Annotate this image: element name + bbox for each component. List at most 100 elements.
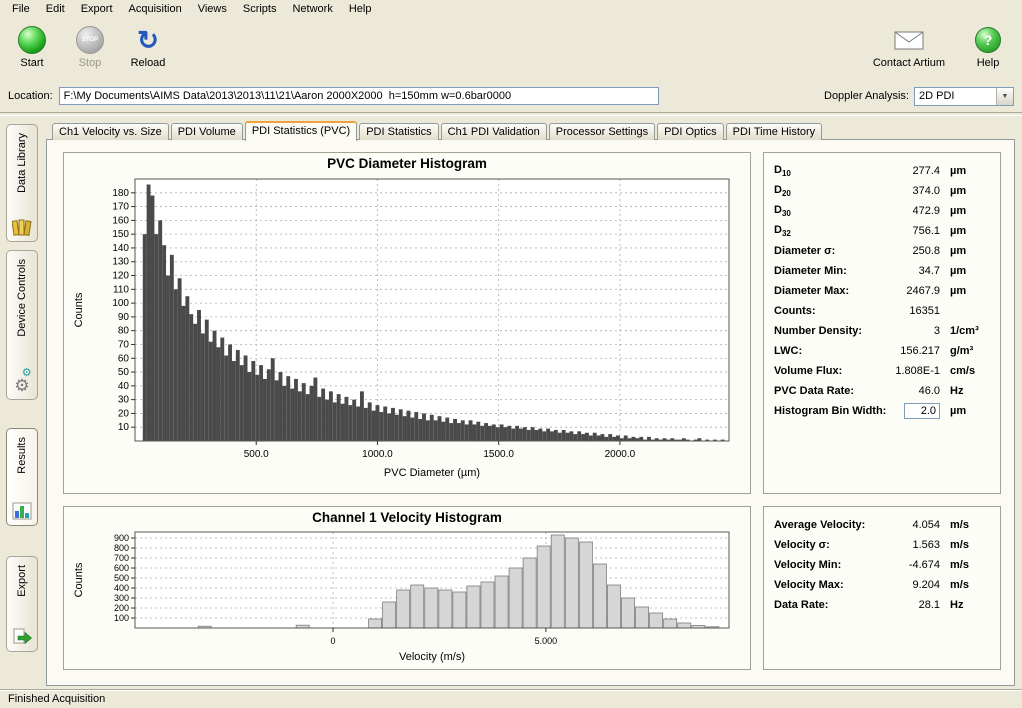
menu-item-export[interactable]: Export <box>73 2 121 17</box>
stat-unit: Hz <box>950 599 990 611</box>
stat-value: 9.204 <box>912 579 940 591</box>
stat-unit: µm <box>950 265 990 277</box>
stop-icon: STOP <box>76 25 104 55</box>
data-library-icon <box>12 214 32 236</box>
svg-text:Counts: Counts <box>73 292 85 327</box>
stat-row: Average Velocity:4.054m/s <box>774 515 990 535</box>
tab-pdi-time-history[interactable]: PDI Time History <box>726 123 823 140</box>
device-controls-icon: ⚙⚙ <box>14 372 29 394</box>
stat-row: Velocity Min:-4.674m/s <box>774 555 990 575</box>
stat-row: Velocity σ:1.563m/s <box>774 535 990 555</box>
stop-icon-text: STOP <box>82 37 98 43</box>
svg-text:10: 10 <box>118 422 130 433</box>
tab-ch1-pdi-validation[interactable]: Ch1 PDI Validation <box>441 123 547 140</box>
contact-artium-label: Contact Artium <box>873 57 945 69</box>
sidebar-item-label: Data Library <box>16 133 28 193</box>
svg-text:170: 170 <box>112 202 129 213</box>
stop-button[interactable]: STOP Stop <box>66 23 114 71</box>
menu-item-file[interactable]: File <box>4 2 38 17</box>
contact-artium-button[interactable]: Contact Artium <box>870 23 948 71</box>
pvc-diameter-histogram-chart: 1020304050607080901001101201301401501601… <box>71 173 743 479</box>
doppler-analysis-select[interactable]: 2D PDI ▼ <box>914 87 1014 106</box>
stat-unit: m/s <box>950 559 990 571</box>
svg-text:100: 100 <box>112 298 129 309</box>
stat-value: 156.217 <box>900 345 940 357</box>
sidebar-item-label: Export <box>16 565 28 597</box>
svg-text:150: 150 <box>112 229 129 240</box>
menu-item-network[interactable]: Network <box>284 2 340 17</box>
help-button[interactable]: ? Help <box>964 23 1012 71</box>
svg-text:Counts: Counts <box>73 562 85 597</box>
tab-page-pdi-statistics-pvc: PVC Diameter Histogram 10203040506070809… <box>46 139 1015 686</box>
stat-row: Volume Flux:1.808E-1cm/s <box>774 361 990 381</box>
start-icon <box>18 25 46 55</box>
stat-value: 1.808E-1 <box>895 365 940 377</box>
stat-value: 277.4 <box>912 165 940 177</box>
svg-text:800: 800 <box>114 543 129 553</box>
export-icon <box>12 624 33 646</box>
stat-value: 756.1 <box>912 225 940 237</box>
sidebar-item-export[interactable]: Export <box>6 556 38 652</box>
envelope-icon <box>894 25 924 55</box>
tab-ch1-velocity-vs-size[interactable]: Ch1 Velocity vs. Size <box>52 123 169 140</box>
stat-label: Average Velocity: <box>774 519 865 531</box>
menu-item-scripts[interactable]: Scripts <box>235 2 285 17</box>
tab-pdi-statistics-pvc-[interactable]: PDI Statistics (PVC) <box>245 121 357 141</box>
pvc-chart-title: PVC Diameter Histogram <box>64 153 750 173</box>
stat-unit: cm/s <box>950 365 990 377</box>
stat-unit: µm <box>950 165 990 177</box>
stat-label: D10 <box>774 164 791 178</box>
sidebar-item-data-library[interactable]: Data Library <box>6 124 38 242</box>
stat-label: D30 <box>774 204 791 218</box>
velocity-stats-panel: Average Velocity:4.054m/sVelocity σ:1.56… <box>763 506 1001 670</box>
svg-text:900: 900 <box>114 533 129 543</box>
stat-row: D30472.9µm <box>774 201 990 221</box>
reload-button[interactable]: ↻ Reload <box>124 23 172 71</box>
divider <box>0 112 1022 116</box>
status-text: Finished Acquisition <box>8 693 105 705</box>
sidebar-item-results[interactable]: Results <box>6 428 38 526</box>
stat-label: Counts: <box>774 305 816 317</box>
svg-text:500: 500 <box>114 573 129 583</box>
menu-item-edit[interactable]: Edit <box>38 2 73 17</box>
stat-row: PVC Data Rate:46.0Hz <box>774 381 990 401</box>
velocity-histogram-panel: Channel 1 Velocity Histogram 10020030040… <box>63 506 751 670</box>
stat-row: D20374.0µm <box>774 181 990 201</box>
menu-item-help[interactable]: Help <box>341 2 380 17</box>
stat-label: Data Rate: <box>774 599 828 611</box>
svg-text:130: 130 <box>112 257 129 268</box>
sidebar-item-label: Results <box>16 437 28 474</box>
svg-text:70: 70 <box>118 339 130 350</box>
svg-text:140: 140 <box>112 243 129 254</box>
stat-unit: m/s <box>950 519 990 531</box>
location-row: Location: Doppler Analysis: 2D PDI ▼ <box>0 84 1022 108</box>
stat-value: 1.563 <box>912 539 940 551</box>
menu-item-views[interactable]: Views <box>190 2 235 17</box>
stat-row: Diameter Min:34.7µm <box>774 261 990 281</box>
velocity-histogram-chart: 10020030040050060070080090005.000Velocit… <box>71 527 743 663</box>
pvc-stats-panel: D10277.4µmD20374.0µmD30472.9µmD32756.1µm… <box>763 152 1001 494</box>
histogram-bin-width-input[interactable] <box>904 403 940 419</box>
stat-row: D10 277.4 µm <box>774 161 990 181</box>
tab-pdi-statistics[interactable]: PDI Statistics <box>359 123 438 140</box>
tab-pdi-optics[interactable]: PDI Optics <box>657 123 724 140</box>
location-input[interactable] <box>59 87 659 105</box>
app-window: FileEditExportAcquisitionViewsScriptsNet… <box>0 0 1022 708</box>
svg-text:90: 90 <box>118 312 130 323</box>
svg-text:40: 40 <box>118 381 130 392</box>
stat-label: Velocity Min: <box>774 559 841 571</box>
menu-item-acquisition[interactable]: Acquisition <box>121 2 190 17</box>
start-button[interactable]: Start <box>8 23 56 71</box>
stat-row: Histogram Bin Width:µm <box>774 401 990 421</box>
tab-pdi-volume[interactable]: PDI Volume <box>171 123 243 140</box>
doppler-analysis-value: 2D PDI <box>915 90 996 102</box>
tab-processor-settings[interactable]: Processor Settings <box>549 123 655 140</box>
stat-value: 374.0 <box>912 185 940 197</box>
doppler-analysis-label: Doppler Analysis: <box>824 90 909 102</box>
velocity-chart-title: Channel 1 Velocity Histogram <box>64 507 750 527</box>
svg-text:60: 60 <box>118 353 130 364</box>
start-label: Start <box>20 57 43 69</box>
stat-unit: µm <box>950 285 990 297</box>
menubar: FileEditExportAcquisitionViewsScriptsNet… <box>0 0 1022 19</box>
sidebar-item-device-controls[interactable]: Device Controls ⚙⚙ <box>6 250 38 400</box>
